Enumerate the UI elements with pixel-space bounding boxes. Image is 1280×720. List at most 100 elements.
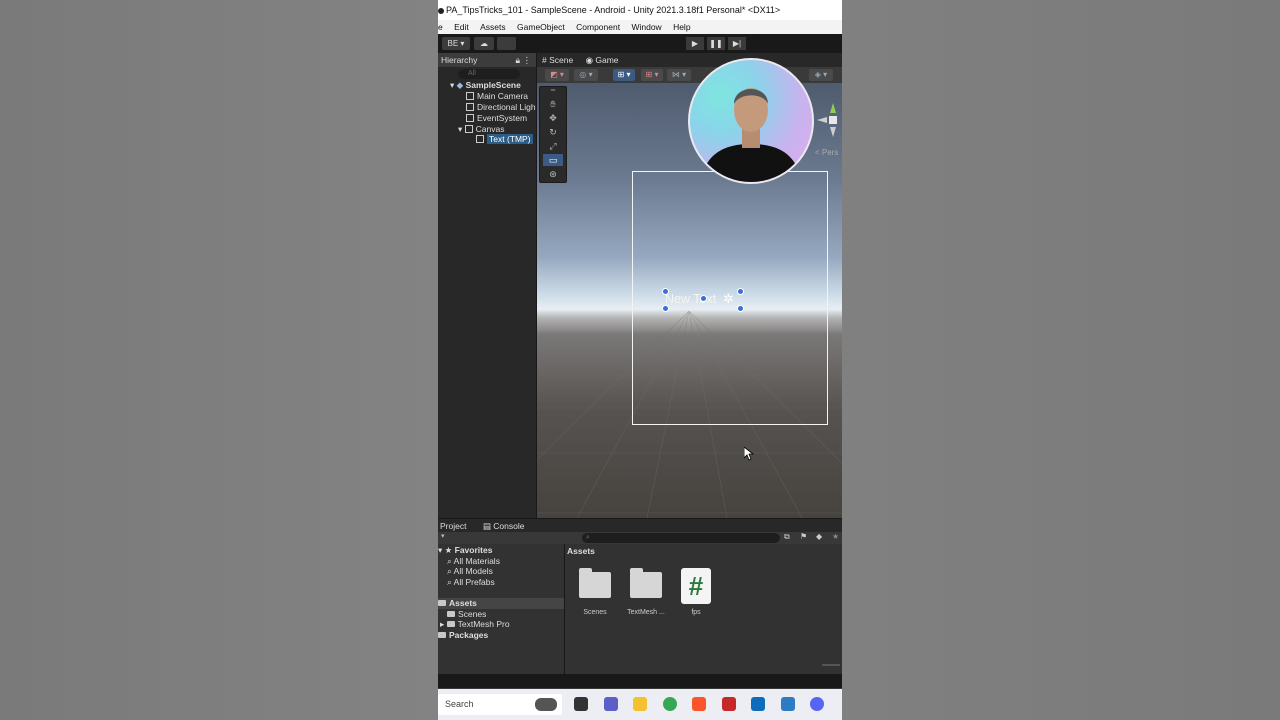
rect-handle[interactable] [737, 305, 744, 312]
hierarchy-panel: Hierarchy 🔒︎ ⋮ All ▾ ◆ SampleScene Main … [438, 53, 537, 518]
scene-icon: ◆ [456, 80, 464, 90]
icon-size-slider[interactable] [822, 664, 840, 666]
webcam-overlay [688, 58, 814, 184]
play-button[interactable]: ▶ [686, 37, 704, 50]
account-button[interactable]: BE ▾ [442, 37, 470, 50]
file-explorer-icon[interactable] [633, 697, 647, 711]
account-label: BE [447, 39, 459, 48]
folder-icon [446, 621, 455, 627]
search-by-label-icon[interactable]: ⚑ [800, 532, 807, 541]
menu-help[interactable]: Help [673, 22, 690, 32]
menu-file[interactable]: e [438, 22, 443, 32]
favorite-label: All Prefabs [453, 577, 495, 587]
asset-textmesh-folder[interactable]: TextMesh ... [623, 568, 669, 616]
pivot-handle[interactable] [700, 295, 707, 302]
packages-label: Packages [449, 630, 489, 640]
folder-icon [447, 611, 455, 617]
pause-button[interactable]: ❚❚ [707, 37, 725, 50]
hierarchy-tab[interactable]: Hierarchy 🔒︎ ⋮ [438, 53, 536, 67]
text-tmp-object[interactable]: New Text ✲ [662, 288, 744, 312]
discord-icon[interactable] [810, 697, 824, 711]
folder-label: Scenes [458, 609, 487, 619]
orientation-gizmo[interactable]: < Pers [815, 93, 842, 163]
brave-icon[interactable] [692, 697, 706, 711]
snap-toggle[interactable]: ⊞ ▾ [641, 69, 663, 81]
scene-root-label: SampleScene [465, 80, 521, 90]
folder-label: TextMesh Pro [457, 619, 510, 629]
project-search-input[interactable]: ⌕ [582, 533, 780, 543]
tab-game-label: Game [595, 55, 619, 65]
asset-label: Scenes [583, 609, 607, 616]
windows-taskbar: Search [438, 689, 842, 720]
scene-tools-palette: ═ ✋︎ ✥ ↻ ⤢ ▭ ⊛ [539, 86, 567, 183]
scene-view-options-dropdown[interactable]: ◎ ▾ [574, 69, 598, 81]
hierarchy-item-main-camera[interactable]: Main Camera [466, 91, 528, 102]
scale-tool-icon[interactable]: ⤢ [543, 140, 563, 152]
tab-scene[interactable]: # Scene [537, 55, 573, 65]
gizmos-dropdown[interactable]: ◈ ▾ [809, 69, 833, 81]
project-folder-tree: ▾ ★ Favorites ⌕ All Materials ⌕ All Mode… [438, 544, 565, 674]
hierarchy-item-directional-light[interactable]: Directional Ligh [466, 102, 536, 113]
status-bar [438, 674, 842, 688]
app-red-icon[interactable] [722, 697, 736, 711]
favorite-star-icon[interactable]: ★ [832, 532, 839, 541]
hierarchy-item-label: Main Camera [477, 91, 529, 101]
tag-icon[interactable]: ◆ [816, 532, 822, 541]
asset-fps-script[interactable]: # fps [673, 568, 719, 616]
hand-tool-icon[interactable]: ✋︎ [543, 98, 563, 110]
more-icon[interactable]: ⋮ [523, 53, 532, 67]
favorites-header[interactable]: ▾ ★ Favorites [438, 545, 492, 556]
grid-toggle[interactable]: ⊞ ▾ [613, 69, 635, 81]
menu-component[interactable]: Component [576, 22, 620, 32]
move-tool-icon[interactable]: ✥ [543, 112, 563, 124]
folder-textmesh-pro[interactable]: ▸ TextMesh Pro [440, 619, 510, 630]
search-highlight-icon[interactable] [535, 698, 557, 711]
collab-button[interactable] [497, 37, 516, 50]
palette-grip[interactable]: ═ [543, 88, 563, 94]
favorite-label: All Models [453, 566, 493, 576]
tab-console[interactable]: ▤ Console [483, 521, 525, 531]
rotate-tool-icon[interactable]: ↻ [543, 126, 563, 138]
tab-game[interactable]: ◉ Game [586, 55, 619, 65]
menu-assets[interactable]: Assets [480, 22, 506, 32]
store-icon[interactable] [751, 697, 765, 711]
tab-project[interactable]: Project [438, 521, 466, 531]
anchor-icon[interactable]: ✲ [723, 291, 734, 307]
hierarchy-item-text-tmp[interactable]: Text (TMP) [476, 134, 533, 145]
menu-edit[interactable]: Edit [454, 22, 469, 32]
asset-scenes-folder[interactable]: Scenes [572, 568, 618, 616]
hierarchy-item-eventsystem[interactable]: EventSystem [466, 113, 527, 124]
favorite-all-models[interactable]: ⌕ All Models [447, 566, 493, 577]
transform-tool-icon[interactable]: ⊛ [543, 168, 563, 180]
lock-icon[interactable]: 🔒︎ [515, 53, 520, 67]
step-button[interactable]: ▶| [728, 37, 746, 50]
scene-tab-bar: # Scene ◉ Game [537, 53, 842, 67]
hierarchy-search-input[interactable]: All [458, 69, 520, 79]
taskbar-search-placeholder: Search [445, 699, 474, 709]
teams-icon[interactable] [604, 697, 618, 711]
favorite-label: All Materials [453, 556, 500, 566]
rect-handle[interactable] [737, 288, 744, 295]
rect-handle[interactable] [662, 288, 669, 295]
chrome-icon[interactable] [663, 697, 677, 711]
rect-tool-icon[interactable]: ▭ [543, 154, 563, 166]
folder-icon [579, 568, 611, 598]
presenter-avatar [700, 88, 802, 182]
cloud-icon[interactable]: ☁ [474, 37, 494, 50]
create-dropdown[interactable]: ▾ [441, 532, 445, 540]
folder-icon [438, 600, 446, 606]
perspective-label[interactable]: < Pers [815, 148, 838, 157]
rect-handle[interactable] [662, 305, 669, 312]
menu-gameobject[interactable]: GameObject [517, 22, 565, 32]
packages-folder[interactable]: Packages [438, 630, 488, 641]
task-view-icon[interactable] [574, 697, 588, 711]
favorite-all-prefabs[interactable]: ⌕ All Prefabs [447, 577, 495, 588]
folder-icon [438, 632, 446, 638]
increment-snap-dropdown[interactable]: ⋈ ▾ [667, 69, 691, 81]
powershell-icon[interactable] [781, 697, 795, 711]
assets-folder[interactable]: Assets [438, 598, 564, 609]
scene-root-row[interactable]: ▾ ◆ SampleScene [450, 80, 521, 91]
menu-window[interactable]: Window [631, 22, 661, 32]
draw-mode-dropdown[interactable]: ◩ ▾ [545, 69, 569, 81]
search-by-type-icon[interactable]: ⧉ [784, 532, 790, 542]
